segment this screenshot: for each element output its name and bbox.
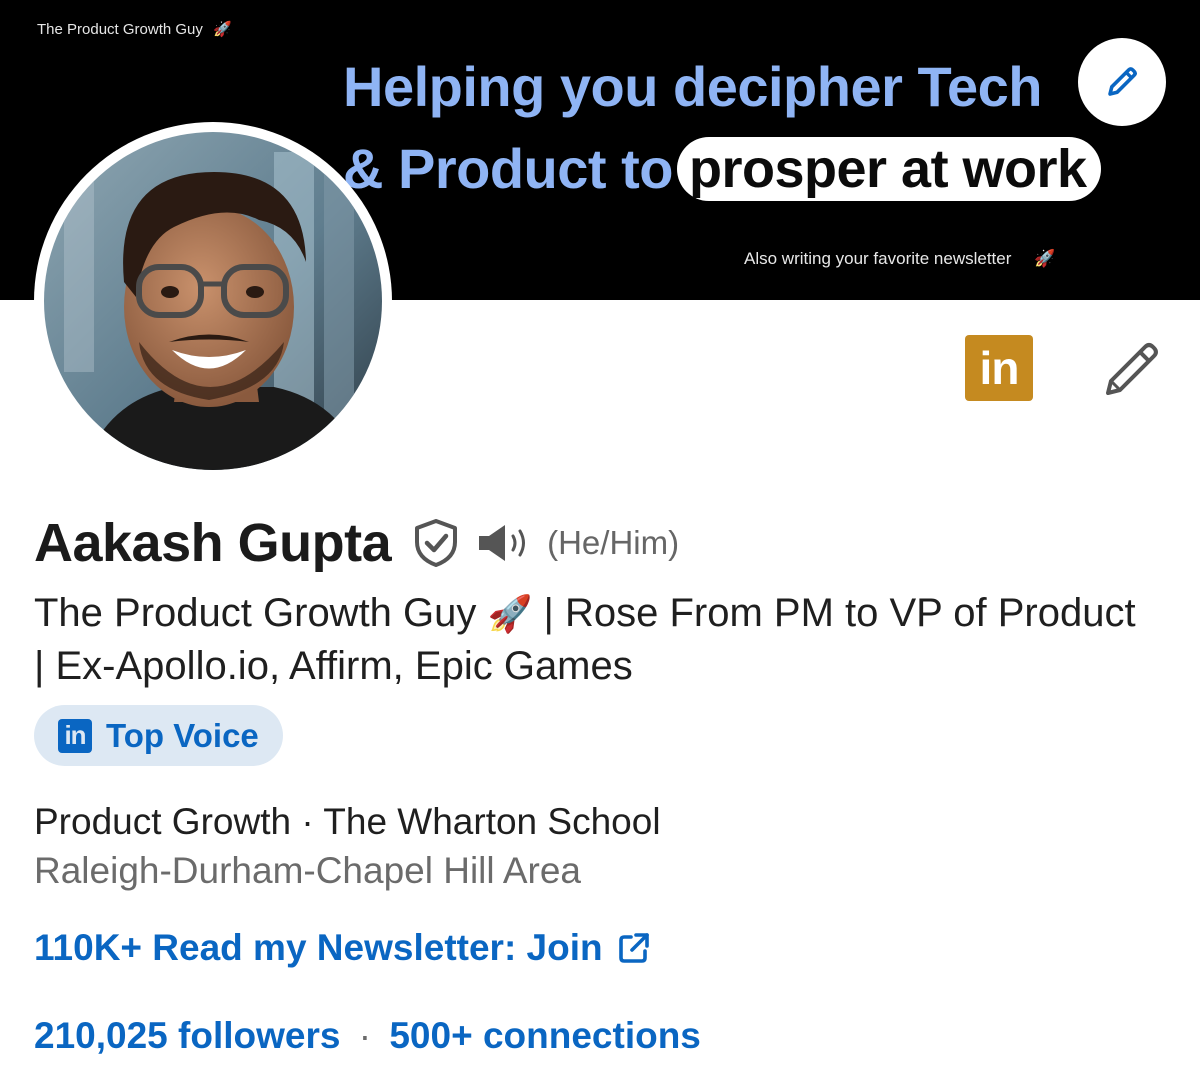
banner-headline-line1: Helping you decipher Tech xyxy=(343,55,1043,118)
banner-brand-text: The Product Growth Guy xyxy=(37,21,203,38)
profile-headline: The Product Growth Guy 🚀 | Rose From PM … xyxy=(34,587,1144,693)
rocket-icon: 🚀 xyxy=(1034,249,1056,268)
profile-education[interactable]: Product Growth · The Wharton School xyxy=(34,801,661,843)
banner-headline-lead: & Product to xyxy=(343,137,673,200)
banner-brand: The Product Growth Guy 🚀 xyxy=(37,20,232,38)
followers-link[interactable]: 210,025 followers xyxy=(34,1015,340,1056)
profile-photo xyxy=(44,132,382,470)
top-voice-badge[interactable]: in Top Voice xyxy=(34,705,283,766)
linkedin-badge-button[interactable]: in xyxy=(965,335,1033,401)
headline-text-1: The Product Growth Guy xyxy=(34,591,477,635)
shield-check-icon[interactable] xyxy=(413,518,459,568)
edit-banner-button[interactable] xyxy=(1078,38,1166,126)
top-voice-label: Top Voice xyxy=(106,716,259,754)
pencil-icon xyxy=(1108,67,1137,96)
pronouns: (He/Him) xyxy=(547,524,680,561)
rocket-icon: 🚀 xyxy=(213,21,232,38)
newsletter-link-text: 110K+ Read my Newsletter: Join xyxy=(34,927,603,968)
newsletter-link[interactable]: 110K+ Read my Newsletter: Join xyxy=(34,927,651,969)
external-link-icon xyxy=(618,933,649,963)
banner-tagline: Also writing your favorite newsletter 🚀 xyxy=(744,249,1055,269)
connections-link[interactable]: 500+ connections xyxy=(389,1015,701,1056)
stats-separator: · xyxy=(358,1015,372,1056)
name-row: Aakash Gupta (He/Him) xyxy=(34,512,679,574)
linkedin-logo-icon: in xyxy=(58,718,92,753)
profile-name: Aakash Gupta xyxy=(34,513,392,573)
banner-tagline-text: Also writing your favorite newsletter xyxy=(744,249,1012,268)
rocket-icon: 🚀 xyxy=(487,593,533,634)
profile-location: Raleigh-Durham-Chapel Hill Area xyxy=(34,850,582,891)
banner-headline-line2: & Product to prosper at work xyxy=(343,134,1101,204)
pencil-icon xyxy=(1106,343,1158,395)
edit-profile-button[interactable] xyxy=(1100,335,1166,401)
profile-stats: 210,025 followers · 500+ connections xyxy=(34,1015,701,1057)
banner-headline-highlight: prosper at work xyxy=(676,137,1101,201)
speaker-icon[interactable] xyxy=(475,521,535,565)
profile-avatar[interactable] xyxy=(34,122,392,480)
